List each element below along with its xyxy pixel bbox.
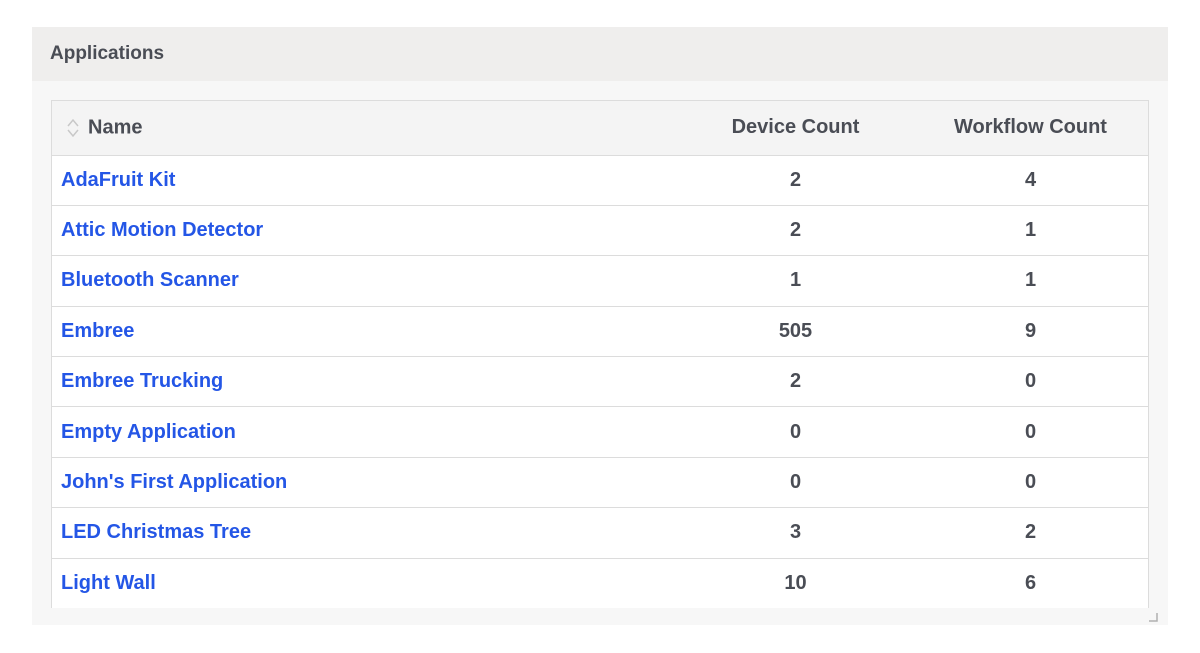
column-header-name[interactable]: Name	[52, 101, 678, 156]
column-header-workflow-count: Workflow Count	[913, 101, 1148, 156]
cell-name: Attic Motion Detector	[52, 205, 678, 257]
table-row: Bluetooth Scanner 1 1	[52, 255, 1148, 307]
application-link[interactable]: Empty Application	[61, 421, 236, 443]
table-row: AdaFruit Kit 2 4	[52, 155, 1148, 206]
cell-workflow-count: 4	[913, 155, 1148, 206]
applications-panel: Applications Name Device Count Workflow …	[32, 27, 1168, 625]
panel-header: Applications	[32, 27, 1168, 81]
cell-name: Bluetooth Scanner	[52, 255, 678, 307]
table-row: Embree 505 9	[52, 306, 1148, 358]
cell-device-count: 10	[678, 558, 913, 608]
table-row: Attic Motion Detector 2 1	[52, 205, 1148, 257]
application-link[interactable]: Light Wall	[61, 572, 156, 594]
cell-name: LED Christmas Tree	[52, 507, 678, 559]
table-row: Light Wall 10 6	[52, 558, 1148, 608]
applications-table-container[interactable]: Name Device Count Workflow Count AdaFrui…	[51, 100, 1149, 608]
sort-icon[interactable]	[66, 116, 80, 140]
table-row: LED Christmas Tree 3 2	[52, 507, 1148, 559]
applications-table: Name Device Count Workflow Count AdaFrui…	[52, 101, 1148, 608]
table-row: John's First Application 0 0	[52, 457, 1148, 509]
cell-name: Light Wall	[52, 558, 678, 608]
cell-workflow-count: 9	[913, 306, 1148, 358]
resize-handle-icon[interactable]	[1148, 612, 1158, 622]
cell-workflow-count: 0	[913, 457, 1148, 509]
cell-workflow-count: 0	[913, 356, 1148, 408]
application-link[interactable]: LED Christmas Tree	[61, 521, 251, 543]
application-link[interactable]: Embree	[61, 320, 134, 342]
application-link[interactable]: Embree Trucking	[61, 370, 223, 392]
cell-workflow-count: 2	[913, 507, 1148, 559]
table-header-row: Name Device Count Workflow Count	[52, 101, 1148, 156]
panel-title: Applications	[50, 43, 165, 64]
cell-name: Empty Application	[52, 406, 678, 458]
application-link[interactable]: John's First Application	[61, 471, 287, 493]
cell-device-count: 3	[678, 507, 913, 559]
cell-device-count: 2	[678, 356, 913, 408]
table-row: Empty Application 0 0	[52, 406, 1148, 458]
panel-body: Name Device Count Workflow Count AdaFrui…	[32, 81, 1168, 625]
table-row: Embree Trucking 2 0	[52, 356, 1148, 408]
cell-name: Embree	[52, 306, 678, 358]
cell-name: Embree Trucking	[52, 356, 678, 408]
cell-device-count: 2	[678, 155, 913, 206]
cell-workflow-count: 1	[913, 255, 1148, 307]
application-link[interactable]: AdaFruit Kit	[61, 169, 175, 191]
cell-device-count: 2	[678, 205, 913, 257]
column-header-device-count: Device Count	[678, 101, 913, 156]
cell-name: AdaFruit Kit	[52, 155, 678, 206]
cell-name: John's First Application	[52, 457, 678, 509]
cell-workflow-count: 6	[913, 558, 1148, 608]
cell-device-count: 0	[678, 457, 913, 509]
cell-workflow-count: 1	[913, 205, 1148, 257]
column-header-name-label: Name	[88, 116, 143, 139]
cell-device-count: 1	[678, 255, 913, 307]
cell-workflow-count: 0	[913, 406, 1148, 458]
application-link[interactable]: Attic Motion Detector	[61, 219, 263, 241]
cell-device-count: 0	[678, 406, 913, 458]
application-link[interactable]: Bluetooth Scanner	[61, 269, 239, 291]
cell-device-count: 505	[678, 306, 913, 358]
